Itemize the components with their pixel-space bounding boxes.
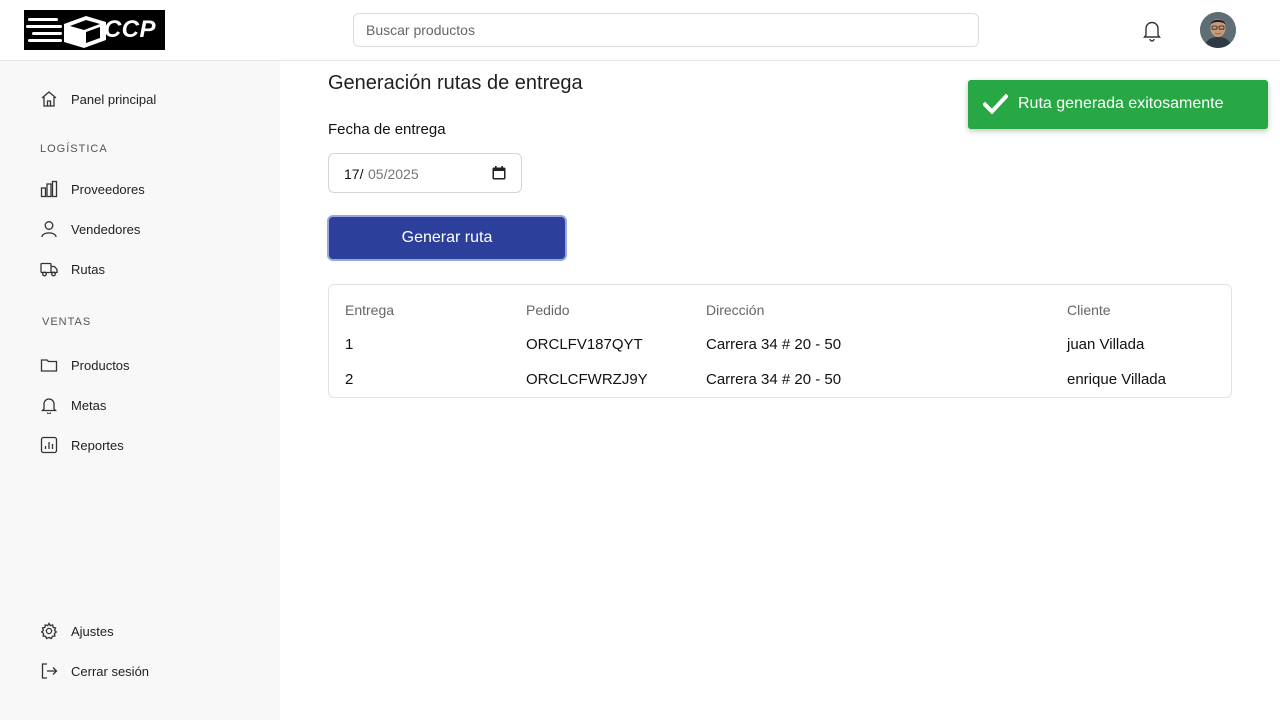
table-header-cliente: Cliente xyxy=(1067,302,1111,318)
table-cell-pedido: ORCLCFWRZJ9Y xyxy=(526,371,648,388)
date-day-value: 17/ xyxy=(344,166,364,182)
toast-message: Ruta generada exitosamente xyxy=(1018,95,1224,112)
sidebar-item-label: Metas xyxy=(71,397,107,413)
folder-icon xyxy=(40,359,58,372)
section-label-logistica: LOGÍSTICA xyxy=(40,143,108,155)
checkmark-icon xyxy=(983,93,1008,115)
gear-icon xyxy=(40,622,58,640)
sidebar-item-metas[interactable]: Metas xyxy=(40,393,106,417)
sidebar-item-label: Panel principal xyxy=(71,91,157,107)
sidebar-item-label: Productos xyxy=(71,357,130,373)
user-icon xyxy=(41,221,57,238)
table-cell-entrega: 1 xyxy=(345,336,354,353)
home-icon xyxy=(41,91,57,107)
notification-bell-icon[interactable] xyxy=(1140,18,1164,42)
sidebar-item-reportes[interactable]: Reportes xyxy=(40,433,124,457)
table-cell-cliente: juan Villada xyxy=(1067,336,1145,353)
sidebar: Panel principal LOGÍSTICA Proveedores Ve… xyxy=(0,61,280,720)
table-cell-direccion: Carrera 34 # 20 - 50 xyxy=(706,336,842,353)
logo-text: CCP xyxy=(103,16,156,43)
bell-icon xyxy=(40,398,58,414)
logout-icon xyxy=(41,663,58,679)
sidebar-item-label: Vendedores xyxy=(71,221,141,237)
table-header-direccion: Dirección xyxy=(706,302,765,318)
search-input[interactable] xyxy=(353,13,979,47)
sidebar-item-panel-principal[interactable]: Panel principal xyxy=(40,87,156,111)
success-toast[interactable]: Ruta generada exitosamente xyxy=(968,80,1268,129)
table-header-pedido: Pedido xyxy=(526,302,570,318)
sidebar-item-label: Cerrar sesión xyxy=(71,663,150,679)
sidebar-item-vendedores[interactable]: Vendedores xyxy=(40,217,140,241)
table-cell-pedido: ORCLFV187QYT xyxy=(526,336,643,353)
calendar-icon[interactable] xyxy=(492,166,506,180)
generate-route-button[interactable]: Generar ruta xyxy=(327,215,567,261)
sidebar-item-rutas[interactable]: Rutas xyxy=(40,257,105,281)
sidebar-item-label: Reportes xyxy=(71,437,124,453)
sidebar-item-ajustes[interactable]: Ajustes xyxy=(40,619,114,643)
table-cell-direccion: Carrera 34 # 20 - 50 xyxy=(706,371,842,388)
bar-chart-icon xyxy=(40,180,58,198)
sidebar-item-label: Rutas xyxy=(71,261,105,277)
ccp-logo[interactable]: CCP xyxy=(24,10,165,50)
sidebar-item-label: Proveedores xyxy=(71,181,145,197)
table-cell-cliente: enrique Villada xyxy=(1067,371,1166,388)
sidebar-item-cerrar-sesion[interactable]: Cerrar sesión xyxy=(40,659,149,683)
sidebar-item-proveedores[interactable]: Proveedores xyxy=(40,177,145,201)
table-cell-entrega: 2 xyxy=(345,371,354,388)
table-header-entrega: Entrega xyxy=(345,302,395,318)
date-month-year-value: 05/2025 xyxy=(368,166,419,182)
sidebar-item-label: Ajustes xyxy=(71,623,114,639)
date-field-label: Fecha de entrega xyxy=(328,121,446,138)
page-title: Generación rutas de entrega xyxy=(328,72,583,94)
truck-icon xyxy=(40,262,58,277)
user-avatar[interactable] xyxy=(1200,12,1236,48)
report-chart-icon xyxy=(40,436,58,454)
delivery-date-input[interactable]: 17/ 05/2025 xyxy=(328,153,522,193)
section-label-ventas: VENTAS xyxy=(42,316,92,328)
top-header: CCP xyxy=(0,0,1280,61)
sidebar-item-productos[interactable]: Productos xyxy=(40,353,130,377)
routes-table: Entrega Pedido Dirección Cliente 1 ORCLF… xyxy=(328,284,1232,398)
